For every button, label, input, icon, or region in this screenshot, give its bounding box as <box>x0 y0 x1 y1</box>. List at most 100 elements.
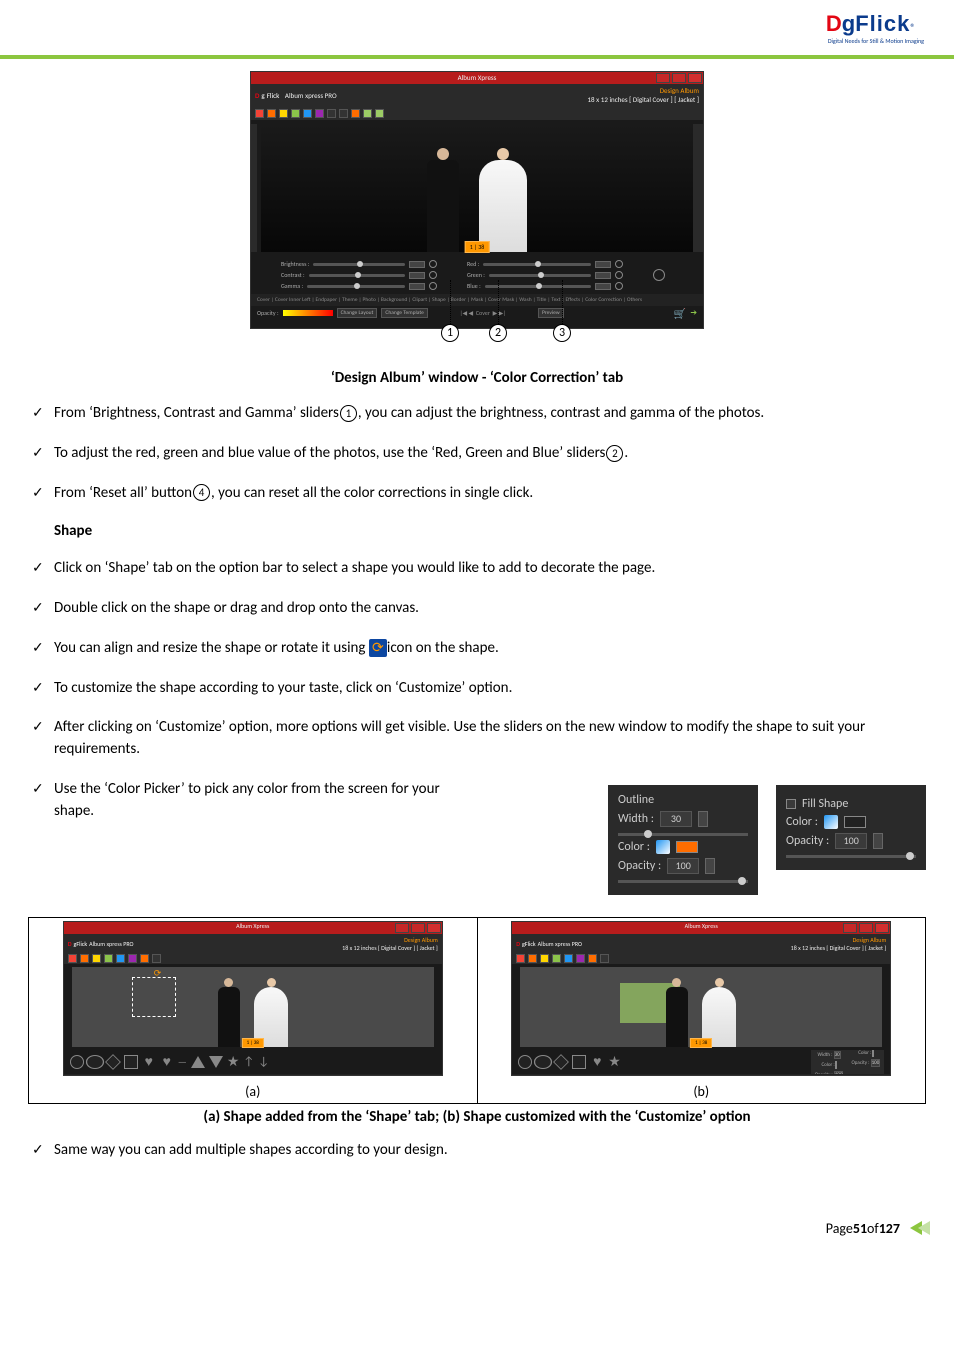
green-slider[interactable] <box>489 274 591 277</box>
color-picker-icon[interactable] <box>656 840 670 854</box>
close-button[interactable] <box>875 923 889 933</box>
opacity-input[interactable]: 100 <box>667 858 699 874</box>
contrast-value[interactable] <box>409 272 425 279</box>
shape-diamond[interactable] <box>105 1054 121 1070</box>
maximize-button[interactable] <box>859 923 873 933</box>
list-item: Double click on the shape or drag and dr… <box>28 598 926 620</box>
reset-all-button[interactable] <box>653 269 665 281</box>
shape-triangle[interactable] <box>191 1056 205 1068</box>
close-button[interactable] <box>688 73 702 83</box>
brand-logo: DgFlick® Digital Needs for Still & Motio… <box>826 11 924 45</box>
redo-icon[interactable] <box>375 109 384 118</box>
figure-caption-2: (a) Shape added from the ‘Shape’ tab; (b… <box>28 1108 926 1126</box>
reset-icon[interactable] <box>429 271 437 279</box>
green-value[interactable] <box>595 272 611 279</box>
window-title: Album Xpress <box>458 73 497 82</box>
blue-value[interactable] <box>595 283 611 290</box>
brightness-value[interactable] <box>409 261 425 268</box>
mode-label: Design Album <box>587 86 699 95</box>
list-item: Use the ‘Color Picker’ to pick any color… <box>28 779 448 823</box>
shape-square[interactable] <box>572 1055 586 1069</box>
shape-heart[interactable]: ♥ <box>142 1055 156 1069</box>
gamma-label: Gamma : <box>281 282 303 290</box>
preview-button[interactable]: Preview <box>538 308 564 318</box>
shape-palette: ♥ ♥ — ★ ↑ ↓ <box>64 1050 442 1074</box>
fill-checkbox[interactable] <box>786 799 796 809</box>
minimize-button[interactable] <box>395 923 409 933</box>
opacity-spinner[interactable] <box>705 858 715 874</box>
opacity-slider[interactable] <box>618 880 748 883</box>
canvas[interactable]: 1 | 38 <box>261 124 693 252</box>
fill-opacity-slider[interactable] <box>786 855 916 858</box>
reset-icon[interactable] <box>615 260 623 268</box>
maximize-button[interactable] <box>672 73 686 83</box>
change-template-button[interactable]: Change Template <box>381 308 427 318</box>
shape-circle[interactable] <box>70 1055 84 1069</box>
red-value[interactable] <box>595 261 611 268</box>
brightness-slider[interactable] <box>313 263 405 266</box>
list-item: Same way you can add multiple shapes acc… <box>28 1140 926 1162</box>
opacity-slider[interactable] <box>283 310 333 316</box>
nav-label: Cover <box>476 309 490 317</box>
tool-icon[interactable] <box>351 109 360 118</box>
reset-icon[interactable] <box>615 271 623 279</box>
tool-icon[interactable] <box>291 109 300 118</box>
color-sliders: Brightness : Contrast : Gamma : Red : Gr… <box>251 256 703 294</box>
shape-heart[interactable]: ♥ <box>160 1055 174 1069</box>
option-tabs[interactable]: ... | Photo | Background | Clipart | Sha… <box>64 1074 442 1076</box>
undo-icon[interactable] <box>363 109 372 118</box>
minimize-button[interactable] <box>656 73 670 83</box>
reset-icon[interactable] <box>429 282 437 290</box>
option-tabs[interactable]: ... | Photo | Background | Clipart | Sha… <box>512 1074 890 1076</box>
shape-diamond[interactable] <box>553 1054 569 1070</box>
shape-square[interactable] <box>124 1055 138 1069</box>
shape-heart[interactable]: ♥ <box>590 1055 604 1069</box>
contrast-slider[interactable] <box>309 274 405 277</box>
tool-icon[interactable] <box>255 109 264 118</box>
tool-icon[interactable] <box>315 109 324 118</box>
gamma-value[interactable] <box>409 283 425 290</box>
tool-icon[interactable] <box>267 109 276 118</box>
shape-panels: Outline Width :30 Color : Opacity :100 F… <box>608 785 926 895</box>
red-slider[interactable] <box>483 263 591 266</box>
canvas[interactable]: ⟳ 1 | 38 <box>72 967 434 1047</box>
width-spinner[interactable] <box>698 811 708 827</box>
tool-icon[interactable] <box>279 109 288 118</box>
tool-icon[interactable] <box>339 109 348 118</box>
option-tabs[interactable]: Cover | Cover Inner Left | Endpaper | Th… <box>251 294 703 306</box>
callout-num-2: 2 <box>489 324 507 342</box>
shape-circle[interactable] <box>518 1055 532 1069</box>
opacity-label: Opacity : <box>618 859 661 873</box>
fill-title: Fill Shape <box>802 797 848 811</box>
color-swatch[interactable] <box>844 816 866 828</box>
minimize-button[interactable] <box>843 923 857 933</box>
reset-icon[interactable] <box>615 282 623 290</box>
next-arrow-icon[interactable]: ➔ <box>690 308 697 318</box>
tool-icon[interactable] <box>327 109 336 118</box>
fill-opacity-input[interactable]: 100 <box>835 833 867 849</box>
fill-opacity-spinner[interactable] <box>873 833 883 849</box>
bcg-sliders: Brightness : Contrast : Gamma : <box>281 260 437 290</box>
tool-icon[interactable] <box>303 109 312 118</box>
canvas[interactable]: 1 | 38 <box>520 967 882 1047</box>
color-picker-icon[interactable] <box>824 815 838 829</box>
change-layout-button[interactable]: Change Layout <box>337 308 378 318</box>
callout-num-1: 1 <box>441 324 459 342</box>
blue-slider[interactable] <box>485 285 591 288</box>
figure-b-cell: Album Xpress DgFlick Album xpress PRODes… <box>478 918 926 1103</box>
reset-icon[interactable] <box>429 260 437 268</box>
shape-oval[interactable] <box>86 1055 104 1069</box>
shape-triangle[interactable] <box>209 1056 223 1068</box>
shape-selection[interactable]: ⟳ <box>132 977 176 1017</box>
bullet-list-3: Use the ‘Color Picker’ to pick any color… <box>28 779 588 913</box>
width-slider[interactable] <box>618 833 748 836</box>
maximize-button[interactable] <box>411 923 425 933</box>
color-swatch[interactable] <box>676 841 698 853</box>
width-input[interactable]: 30 <box>660 811 692 827</box>
header-divider <box>0 55 954 59</box>
close-button[interactable] <box>427 923 441 933</box>
shape-oval[interactable] <box>534 1055 552 1069</box>
photo-bride <box>479 160 527 252</box>
photo-preview <box>261 124 693 252</box>
gamma-slider[interactable] <box>307 285 405 288</box>
